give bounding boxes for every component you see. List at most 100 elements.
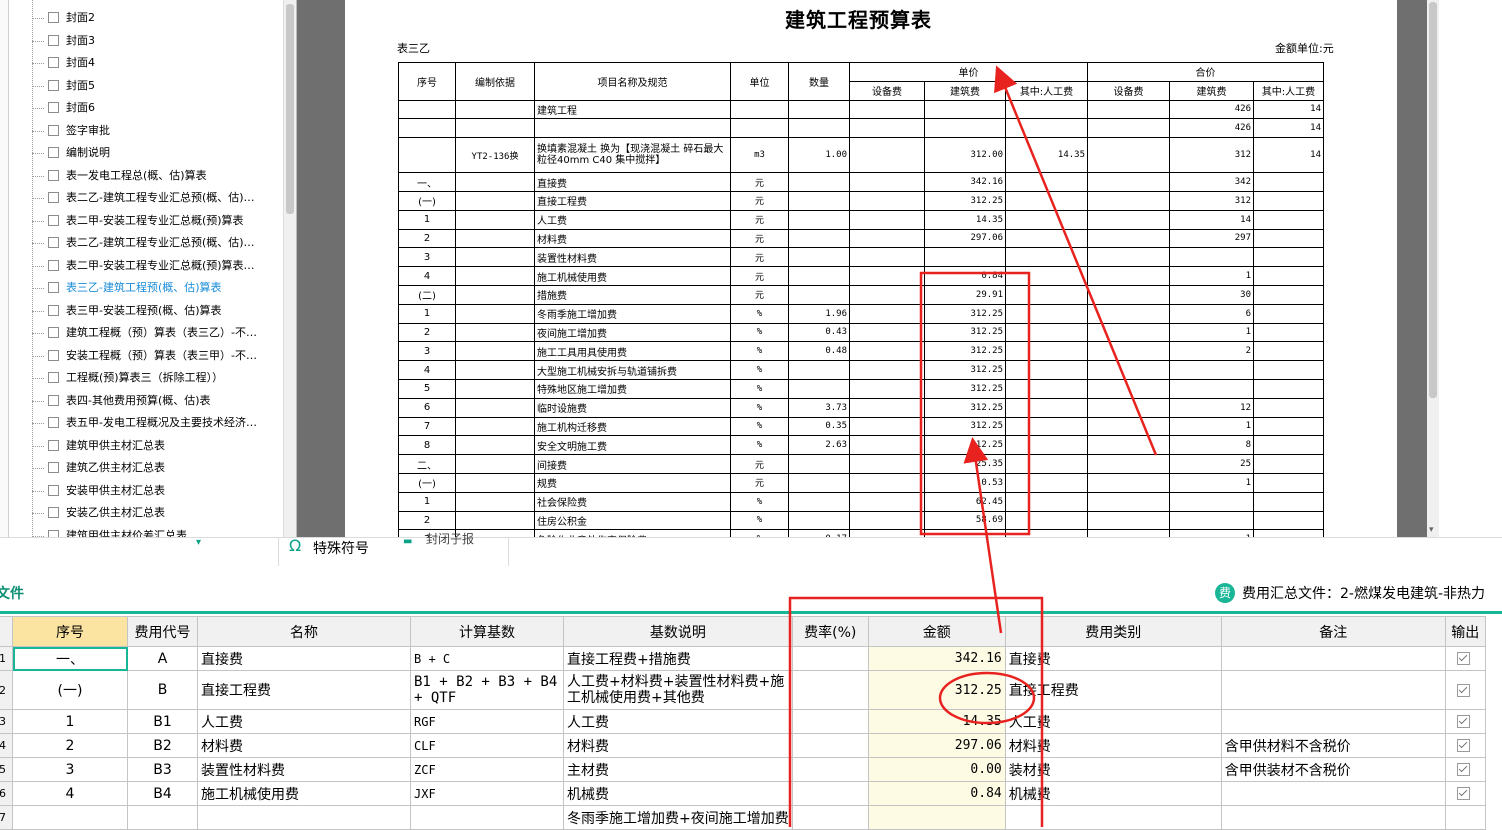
grid-cell-base[interactable]: B1 + B2 + B3 + B4 + QTF [410,670,564,710]
grid-cell-name[interactable]: 直接工程费 [197,670,411,710]
grid-cell-name[interactable]: 材料费 [197,733,411,758]
grid-cell-cat[interactable]: 机械费 [1004,781,1222,806]
grid-cell-base[interactable]: JXF [410,781,564,806]
grid-cell-amount[interactable]: 312.25 [867,670,1006,710]
tree-checkbox[interactable] [48,282,59,293]
partial-tool-label[interactable]: 封闭子报 [426,530,474,547]
partial-tool-icon[interactable]: ▬ [403,536,412,547]
output-checkbox[interactable] [1444,709,1486,734]
grid-cell-note[interactable] [1220,805,1446,830]
tree-checkbox[interactable] [48,394,59,406]
grid-header-desc[interactable]: 基数说明 [563,616,793,647]
checkbox-checked-icon[interactable] [1456,739,1470,752]
tree-checkbox[interactable] [48,439,59,451]
grid-cell-n[interactable]: 6 [0,781,13,806]
grid-cell-rate[interactable] [791,670,869,710]
grid-header-base[interactable]: 计算基数 [410,616,564,647]
grid-cell-seq[interactable]: 2 [12,733,128,758]
grid-row[interactable]: 7 冬雨季施工增加费+夜间施工增加费 [0,805,1486,830]
grid-cell-code[interactable] [127,805,198,830]
grid-cell-note[interactable]: 含甲供材料不含税价 [1220,733,1446,758]
grid-cell-seq[interactable]: (一) [12,670,128,710]
tree-checkbox[interactable] [48,304,59,316]
grid-cell-base[interactable]: ZCF [410,757,564,782]
grid-cell-amount[interactable]: 0.00 [867,757,1006,782]
tree-checkbox[interactable] [48,507,59,518]
grid-cell-rate[interactable] [791,709,869,734]
omega-icon[interactable]: Ω [289,536,301,555]
grid-cell-name[interactable]: 装置性材料费 [197,757,411,782]
tree-checkbox[interactable] [48,34,59,46]
grid-cell-seq[interactable]: 4 [12,781,128,806]
tree-checkbox[interactable] [48,259,59,271]
tab-file[interactable]: 文件 [0,583,24,603]
tree-checkbox[interactable] [48,192,59,203]
grid-row[interactable]: 53B3装置性材料费ZCF主材费 0.00装材费含甲供装材不含税价 [0,757,1486,782]
grid-cell-amount[interactable]: 14.35 [867,709,1006,734]
grid-cell-name[interactable]: 直接费 [197,646,411,671]
preview-scrollbar[interactable]: ▾ [1427,0,1439,537]
grid-cell-amount[interactable]: 0.84 [867,781,1006,806]
grid-cell-note[interactable] [1220,670,1446,710]
grid-cell-rate[interactable] [791,646,869,671]
grid-row[interactable]: 42B2材料费CLF材料费297.06材料费含甲供材料不含税价 [0,733,1486,758]
tree-checkbox[interactable] [48,462,59,473]
grid-cell-rate[interactable] [791,805,869,830]
tree-checkbox[interactable] [48,57,59,68]
grid-row[interactable]: 2(一)B直接工程费B1 + B2 + B3 + B4 + QTF人工费+材料费… [0,670,1486,710]
grid-header-rate[interactable]: 费率(%) [791,616,869,647]
grid-cell-cat[interactable]: 直接工程费 [1004,670,1222,710]
output-checkbox[interactable] [1444,781,1486,806]
grid-cell-n[interactable]: 3 [0,709,13,734]
grid-cell-name[interactable] [197,805,411,830]
tree-checkbox[interactable] [48,237,59,248]
checkbox-checked-icon[interactable] [1456,787,1470,800]
grid-cell-code[interactable]: B1 [127,709,198,734]
grid-cell-desc[interactable]: 机械费 [563,781,793,806]
grid-cell-cat[interactable] [1004,805,1222,830]
output-checkbox[interactable] [1444,646,1486,671]
grid-cell-desc[interactable]: 人工费+材料费+装置性材料费+施工机械使用费+其他费 [563,670,793,710]
grid-cell-code[interactable]: B4 [127,781,198,806]
grid-cell-n[interactable]: 2 [0,670,13,710]
grid-cell-base[interactable]: CLF [410,733,564,758]
preview-scrollbar-thumb[interactable] [1429,2,1437,398]
grid-cell-note[interactable]: 含甲供装材不含税价 [1220,757,1446,782]
tree-checkbox[interactable] [48,484,59,496]
scroll-down-icon[interactable]: ▾ [1429,525,1434,535]
grid-cell-n[interactable]: 5 [0,757,13,782]
grid-cell-amount[interactable]: 297.06 [867,733,1006,758]
tree-checkbox[interactable] [48,169,59,181]
tree-checkbox[interactable] [48,417,59,428]
tree-checkbox[interactable] [48,12,59,23]
output-checkbox[interactable] [1444,757,1486,782]
grid-cell-seq[interactable] [12,805,128,830]
grid-header-name[interactable]: 名称 [197,616,411,647]
special-symbol-button[interactable]: 特殊符号 [313,538,369,558]
checkbox-checked-icon[interactable] [1456,763,1470,776]
grid-cell-cat[interactable]: 装材费 [1004,757,1222,782]
grid-cell-amount[interactable] [867,805,1006,830]
checkbox-checked-icon[interactable] [1456,715,1470,728]
tree-checkbox[interactable] [48,79,59,91]
tree-checkbox[interactable] [48,349,59,361]
tree-checkbox[interactable] [48,327,59,338]
tree-checkbox[interactable] [48,529,59,537]
grid-cell-code[interactable]: B [127,670,198,710]
grid-cell-code[interactable]: B2 [127,733,198,758]
grid-cell-seq[interactable]: 3 [12,757,128,782]
grid-cell-seq[interactable]: 一、 [12,646,128,671]
tree-checkbox[interactable] [48,214,59,226]
grid-cell-desc[interactable]: 直接工程费+措施费 [563,646,793,671]
grid-header-note[interactable]: 备注 [1220,616,1446,647]
grid-header-seq[interactable]: 序号 [12,616,128,647]
grid-cell-rate[interactable] [791,757,869,782]
grid-cell-code[interactable]: B3 [127,757,198,782]
grid-cell-note[interactable] [1220,781,1446,806]
tree-checkbox[interactable] [48,147,59,158]
grid-cell-name[interactable]: 人工费 [197,709,411,734]
grid-cell-n[interactable]: 7 [0,805,13,830]
output-checkbox[interactable] [1444,670,1486,710]
grid-row[interactable]: 64B4施工机械使用费JXF机械费0.84机械费 [0,781,1486,806]
grid-cell-desc[interactable]: 冬雨季施工增加费+夜间施工增加费 [563,805,793,830]
